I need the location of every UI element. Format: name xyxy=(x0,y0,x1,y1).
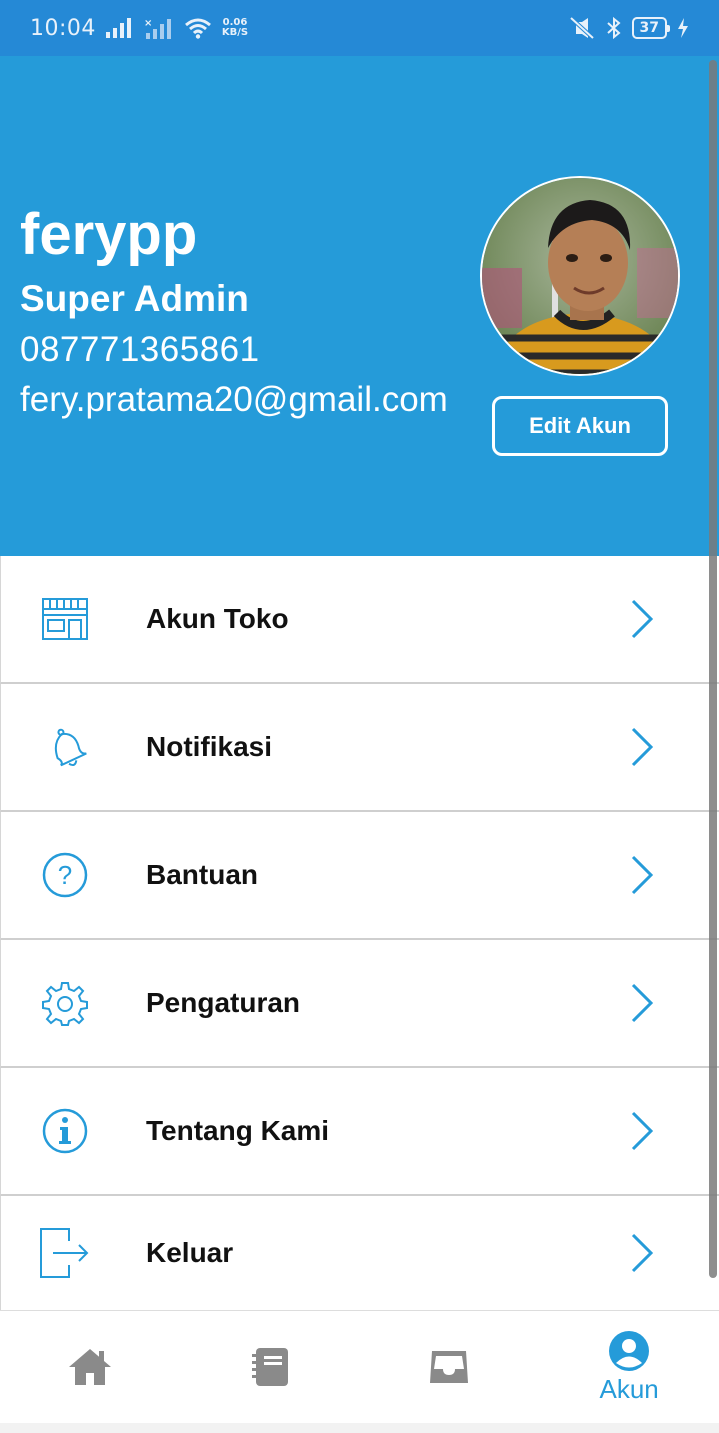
chevron-right-icon xyxy=(631,1111,654,1151)
inbox-icon xyxy=(430,1351,469,1383)
avatar[interactable] xyxy=(480,176,680,376)
info-icon xyxy=(39,1105,91,1157)
net-speed: 0.06 KB/S xyxy=(222,18,248,38)
nav-inbox[interactable] xyxy=(360,1311,540,1423)
chevron-right-icon xyxy=(631,727,654,767)
menu-item-label: Notifikasi xyxy=(146,731,273,762)
menu-item-pengaturan[interactable]: Pengaturan xyxy=(0,940,719,1068)
store-icon xyxy=(39,593,91,645)
signal-icon xyxy=(105,18,131,38)
avatar-photo xyxy=(482,178,678,374)
gear-icon xyxy=(39,977,91,1029)
status-bar: 10:04 × 0.06 KB/S 37 xyxy=(0,0,719,56)
chevron-right-icon xyxy=(631,599,654,639)
menu-item-label: Bantuan xyxy=(146,859,258,890)
menu-item-label: Tentang Kami xyxy=(146,1115,330,1146)
nav-home[interactable] xyxy=(0,1311,180,1423)
profile-phone: 087771365861 xyxy=(20,330,260,369)
profile-email: fery.pratama20@gmail.com xyxy=(20,380,448,419)
profile-role: Super Admin xyxy=(20,278,249,319)
account-icon xyxy=(609,1330,650,1371)
menu-item-label: Pengaturan xyxy=(146,987,301,1018)
chevron-right-icon xyxy=(631,983,654,1023)
notebook-icon xyxy=(251,1348,288,1386)
svg-text:?: ? xyxy=(58,860,72,890)
svg-text:×: × xyxy=(144,18,152,29)
menu-item-bantuan[interactable]: ? Bantuan xyxy=(0,812,719,940)
system-nav-strip xyxy=(0,1423,719,1433)
logout-icon xyxy=(39,1227,91,1279)
edit-account-button[interactable]: Edit Akun xyxy=(492,396,668,456)
wifi-icon xyxy=(184,18,211,39)
net-speed-unit: KB/S xyxy=(221,27,249,38)
profile-header: ferypp Super Admin 087771365861 fery.pra… xyxy=(0,56,719,556)
charging-icon xyxy=(678,18,688,38)
menu-item-tentang-kami[interactable]: Tentang Kami xyxy=(0,1068,719,1196)
menu-item-label: Keluar xyxy=(146,1237,234,1268)
bottom-navigation: Akun xyxy=(0,1310,719,1423)
mute-icon xyxy=(569,16,594,40)
scrollbar[interactable] xyxy=(709,60,717,1278)
menu-item-keluar[interactable]: Keluar xyxy=(0,1196,719,1312)
signal-no-service-icon: × xyxy=(144,18,171,39)
home-icon xyxy=(68,1349,111,1385)
status-time: 10:04 xyxy=(30,15,96,41)
menu-list: Akun Toko Notifikasi ? Bantuan Pengatura… xyxy=(0,556,719,1312)
menu-item-akun-toko[interactable]: Akun Toko xyxy=(0,556,719,684)
bluetooth-icon xyxy=(606,16,621,40)
battery-indicator: 37 xyxy=(631,17,671,39)
nav-account[interactable]: Akun xyxy=(539,1311,719,1423)
bell-icon xyxy=(39,721,91,773)
menu-item-notifikasi[interactable]: Notifikasi xyxy=(0,684,719,812)
chevron-right-icon xyxy=(631,855,654,895)
chevron-right-icon xyxy=(631,1233,654,1273)
menu-item-label: Akun Toko xyxy=(146,603,289,634)
nav-account-label: Akun xyxy=(599,1373,659,1404)
nav-notebook[interactable] xyxy=(180,1311,360,1423)
help-icon: ? xyxy=(39,849,91,901)
profile-name: ferypp xyxy=(20,202,198,267)
